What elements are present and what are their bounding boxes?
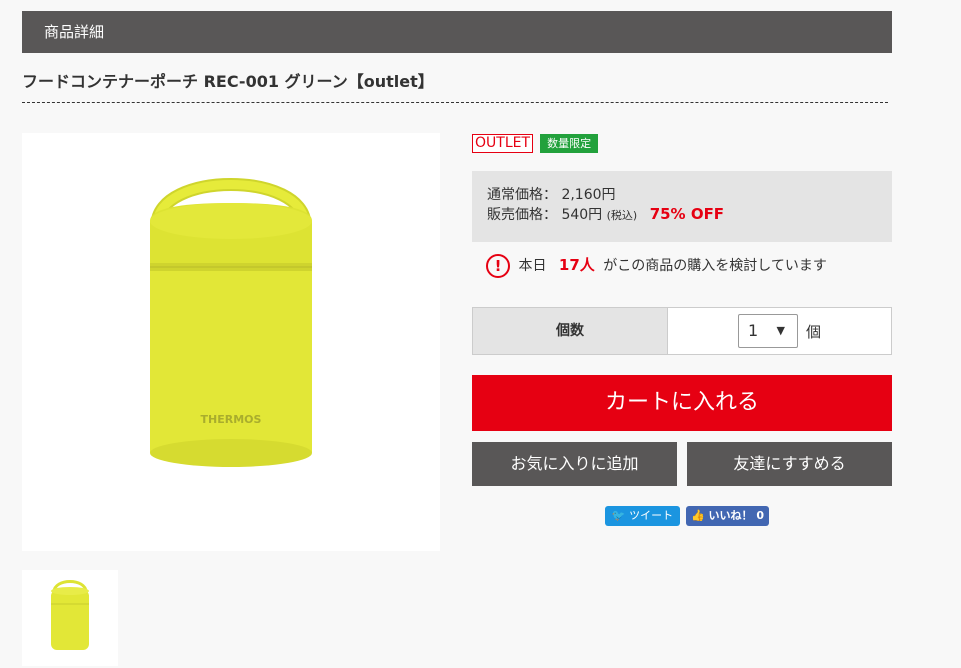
quantity-unit: 個 bbox=[805, 322, 821, 341]
sale-price-label: 販売価格： bbox=[487, 207, 557, 223]
quantity-table: 個数 1 ▼ 個 bbox=[472, 307, 892, 355]
viewers-notice: ! 本日 17人 がこの商品の購入を検討しています bbox=[486, 253, 827, 278]
outlet-badge: OUTLET bbox=[472, 134, 534, 153]
price-box: 通常価格： 2,160円 販売価格： 540円 (税込) 75% OFF bbox=[472, 171, 892, 242]
discount-label: 75% OFF bbox=[649, 205, 725, 223]
add-to-favorites-button[interactable]: お気に入りに追加 bbox=[472, 442, 677, 486]
product-thumbnail[interactable] bbox=[22, 570, 118, 666]
quantity-select[interactable]: 1 ▼ bbox=[737, 314, 798, 348]
viewers-suffix: がこの商品の購入を検討しています bbox=[603, 258, 827, 274]
product-title: フードコンテナーポーチ REC-001 グリーン【outlet】 bbox=[22, 70, 888, 103]
add-to-cart-button[interactable]: カートに入れる bbox=[472, 375, 892, 431]
twitter-icon: 🐦 bbox=[611, 509, 626, 522]
regular-price-value: 2,160円 bbox=[561, 187, 616, 203]
like-label: いいね！ 0 bbox=[708, 509, 765, 522]
tweet-button[interactable]: 🐦 ツイート bbox=[605, 506, 680, 526]
chevron-down-icon: ▼ bbox=[776, 324, 785, 337]
like-button[interactable]: 👍 いいね！ 0 bbox=[686, 506, 769, 526]
section-title: 商品詳細 bbox=[44, 23, 105, 41]
viewers-count: 17人 bbox=[558, 256, 595, 274]
quantity-cell: 1 ▼ 個 bbox=[668, 308, 891, 354]
viewers-prefix: 本日 bbox=[518, 258, 547, 274]
recommend-to-friend-button[interactable]: 友達にすすめる bbox=[687, 442, 892, 486]
regular-price-row: 通常価格： 2,160円 bbox=[487, 186, 892, 205]
alert-circle-icon: ! bbox=[486, 254, 510, 278]
limited-quantity-badge: 数量限定 bbox=[540, 134, 599, 153]
badges: OUTLET 数量限定 bbox=[472, 133, 599, 153]
quantity-value: 1 bbox=[747, 321, 759, 340]
sale-price-value: 540円 bbox=[561, 207, 603, 223]
product-main-image: THERMOS bbox=[22, 133, 440, 551]
quantity-label: 個数 bbox=[473, 308, 668, 354]
brand-print: THERMOS bbox=[201, 413, 262, 426]
tweet-label: ツイート bbox=[629, 509, 674, 522]
tax-label: (税込) bbox=[606, 209, 638, 222]
section-header: 商品詳細 bbox=[22, 11, 892, 53]
sale-price-row: 販売価格： 540円 (税込) 75% OFF bbox=[487, 205, 892, 225]
thumbs-up-icon: 👍 bbox=[690, 509, 705, 522]
regular-price-label: 通常価格： bbox=[487, 187, 557, 203]
